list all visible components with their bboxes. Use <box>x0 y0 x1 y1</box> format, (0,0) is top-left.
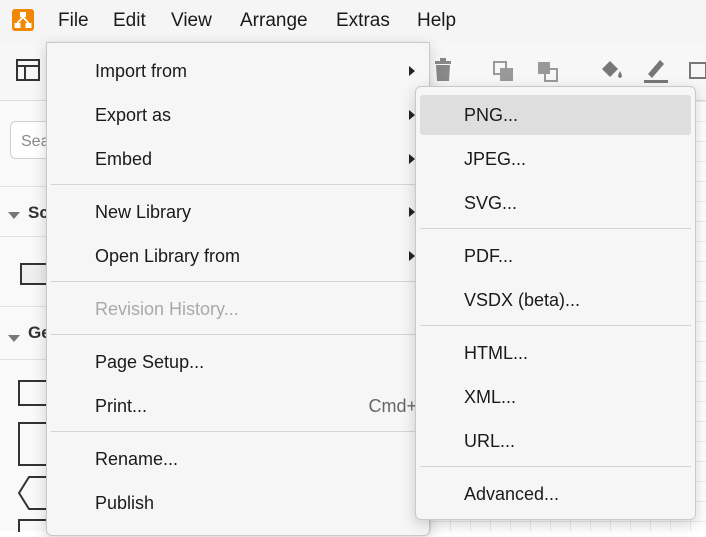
menu-item-open-library-from[interactable]: Open Library from <box>47 236 429 276</box>
menu-separator <box>420 325 691 326</box>
menu-file[interactable]: File <box>58 10 89 32</box>
menu-help[interactable]: Help <box>417 10 456 32</box>
menu-edit[interactable]: Edit <box>113 10 146 32</box>
menu-item-import-from[interactable]: Import from <box>47 51 429 91</box>
menu-item-export-as[interactable]: Export as <box>47 95 429 135</box>
menu-view[interactable]: View <box>171 10 212 32</box>
menu-separator <box>51 431 425 432</box>
to-front-icon[interactable] <box>492 60 516 89</box>
menu-extras[interactable]: Extras <box>336 10 390 32</box>
menu-separator <box>420 228 691 229</box>
to-back-icon[interactable] <box>536 60 560 89</box>
menu-item-embed[interactable]: Embed <box>47 139 429 179</box>
chevron-down-icon[interactable] <box>8 207 20 225</box>
chevron-down-icon[interactable] <box>8 330 20 348</box>
menu-item-revision-history: Revision History... <box>95 299 239 319</box>
menu-item-print[interactable]: Print... Cmd+P <box>47 386 429 426</box>
menu-arrange[interactable]: Arrange <box>240 10 308 32</box>
menu-item-rename[interactable]: Rename... <box>47 439 429 479</box>
export-jpeg[interactable]: JPEG... <box>420 139 691 179</box>
export-advanced[interactable]: Advanced... <box>420 474 691 514</box>
menu-separator <box>420 466 691 467</box>
export-vsdx[interactable]: VSDX (beta)... <box>420 280 691 320</box>
export-url[interactable]: URL... <box>420 421 691 461</box>
delete-icon[interactable] <box>432 58 454 87</box>
drawio-logo-icon[interactable] <box>12 9 34 31</box>
shadow-icon[interactable] <box>688 60 706 87</box>
export-png[interactable]: PNG... <box>420 95 691 135</box>
line-color-icon[interactable] <box>642 56 670 89</box>
menu-item-new-library[interactable]: New Library <box>47 192 429 232</box>
export-html[interactable]: HTML... <box>420 333 691 373</box>
export-pdf[interactable]: PDF... <box>420 236 691 276</box>
menu-bar: File Edit View Arrange Extras Help <box>0 0 706 42</box>
export-submenu: PNG... JPEG... SVG... PDF... VSDX (beta)… <box>415 86 696 520</box>
menu-separator <box>51 184 425 185</box>
menu-item-page-setup[interactable]: Page Setup... <box>47 342 429 382</box>
menu-separator <box>51 334 425 335</box>
file-menu: Import from Export as Embed New Library … <box>46 42 430 536</box>
export-svg[interactable]: SVG... <box>420 183 691 223</box>
menu-item-publish[interactable]: Publish <box>47 483 429 523</box>
menu-separator <box>51 281 425 282</box>
fill-color-icon[interactable] <box>598 58 626 89</box>
chevron-right-icon <box>409 66 415 76</box>
format-panel-icon[interactable] <box>15 57 41 88</box>
export-xml[interactable]: XML... <box>420 377 691 417</box>
